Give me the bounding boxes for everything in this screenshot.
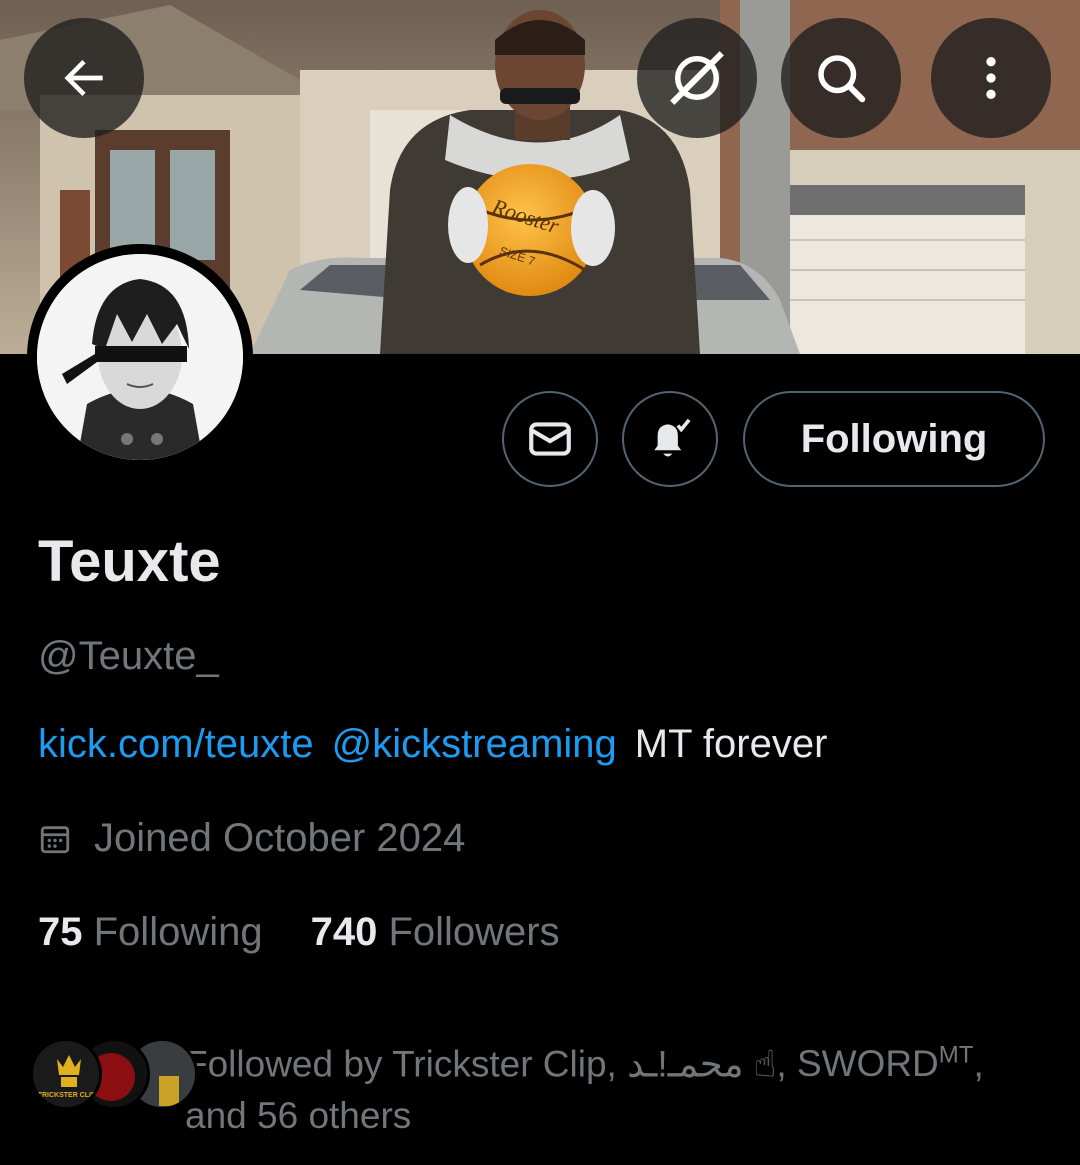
followed-by-avatars: TRICKSTER CLIPS xyxy=(30,1038,198,1112)
profile-bio: kick.com/teuxte @kickstreaming MT forever xyxy=(38,722,827,767)
followers-stat[interactable]: 740 Followers xyxy=(311,910,560,955)
back-button[interactable] xyxy=(24,18,144,138)
mail-icon xyxy=(529,422,571,456)
follow-stats: 75 Following 740 Followers xyxy=(38,910,608,955)
user-handle: @Teuxte_ xyxy=(38,634,219,678)
followers-label: Followers xyxy=(388,910,560,954)
followed-by-suffix: and 56 others xyxy=(185,1095,412,1137)
followed-by-name-3[interactable]: SWORDMT xyxy=(796,1042,974,1085)
calendar-icon xyxy=(40,825,70,853)
profile-avatar[interactable] xyxy=(27,244,253,470)
following-label: Following xyxy=(93,910,263,954)
avatar-image xyxy=(37,254,243,460)
message-button[interactable] xyxy=(502,391,598,487)
bio-mention[interactable]: @kickstreaming xyxy=(332,722,617,766)
grok-button[interactable] xyxy=(637,18,757,138)
name3-text: SWORD xyxy=(796,1043,939,1085)
search-button[interactable] xyxy=(781,18,901,138)
joined-text: Joined October 2024 xyxy=(94,816,466,860)
followed-by-section[interactable]: TRICKSTER CLIPS Followed by Trickster Cl… xyxy=(30,1030,1045,1142)
follower-avatar-1: TRICKSTER CLIPS xyxy=(30,1038,102,1110)
display-name: Teuxte xyxy=(38,529,221,594)
bio-text: MT forever xyxy=(634,722,828,766)
followed-by-prefix: Followed by xyxy=(185,1043,383,1085)
followed-by-text: Followed by Trickster Clip, محمـ!ـد ☝, S… xyxy=(185,1042,984,1137)
search-icon xyxy=(818,55,866,103)
grok-icon xyxy=(670,51,724,105)
notification-button[interactable] xyxy=(622,391,718,487)
following-count: 75 xyxy=(38,910,83,954)
arrow-left-icon xyxy=(64,60,103,96)
followers-count: 740 xyxy=(310,910,378,954)
followed-by-name-2[interactable]: محمـ!ـد ☝ xyxy=(627,1043,776,1084)
more-options-button[interactable] xyxy=(931,18,1051,138)
followed-by-name-1[interactable]: Trickster Clip xyxy=(392,1043,606,1084)
bio-link[interactable]: kick.com/teuxte xyxy=(38,722,314,766)
joined-date: Joined October 2024 xyxy=(38,816,465,861)
following-button[interactable]: Following xyxy=(743,391,1045,487)
bell-check-icon xyxy=(654,418,691,457)
following-stat[interactable]: 75 Following xyxy=(38,910,263,955)
trickster-logo-text: TRICKSTER CLIPS xyxy=(38,1092,101,1099)
more-vertical-icon xyxy=(986,57,996,99)
name3-superscript: MT xyxy=(938,1042,974,1069)
